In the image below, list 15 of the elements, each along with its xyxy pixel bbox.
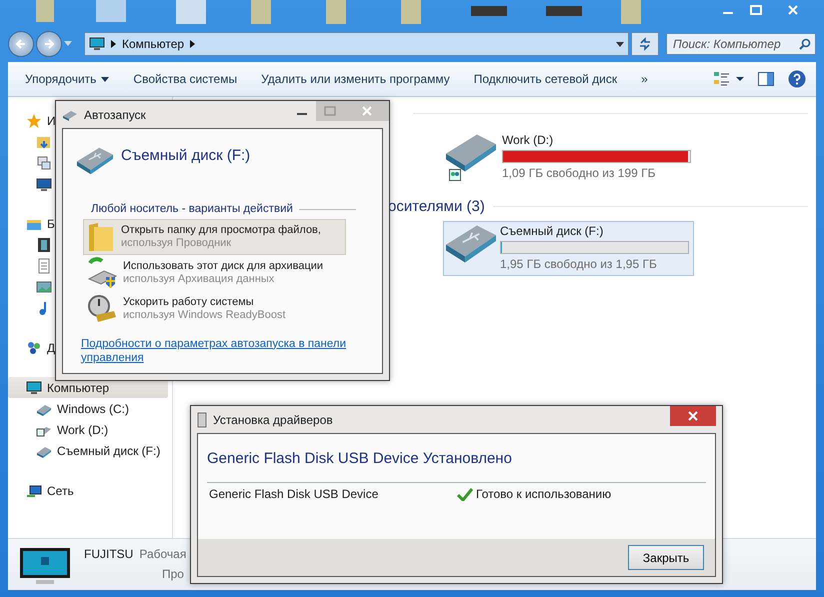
device-name: Съемный диск (F:) [121, 146, 250, 164]
drive-name: Съемный диск (F:) [500, 224, 604, 238]
detail-text: Рабочая [139, 547, 186, 561]
device-status: Готово к использованию [476, 487, 612, 501]
install-heading: Generic Flash Disk USB Device Установлено [206, 449, 513, 469]
drive-free-space: 1,95 ГБ свободно из 1,95 ГБ [500, 257, 658, 271]
drive-free-space: 1,09 ГБ свободно из 199 ГБ [502, 166, 656, 180]
section-heading: Любой носитель - варианты действий [91, 203, 293, 216]
group-heading: осителями (3) [388, 198, 485, 215]
device-name: Generic Flash Disk USB Device [209, 487, 380, 501]
detail-text: Про [161, 567, 185, 581]
dialog-title: Установка драйверов [213, 412, 334, 426]
dialog-title: Автозапуск [84, 108, 147, 122]
drive-name: Work (D:) [502, 133, 554, 147]
computer-name: FUJITSU [84, 547, 134, 561]
